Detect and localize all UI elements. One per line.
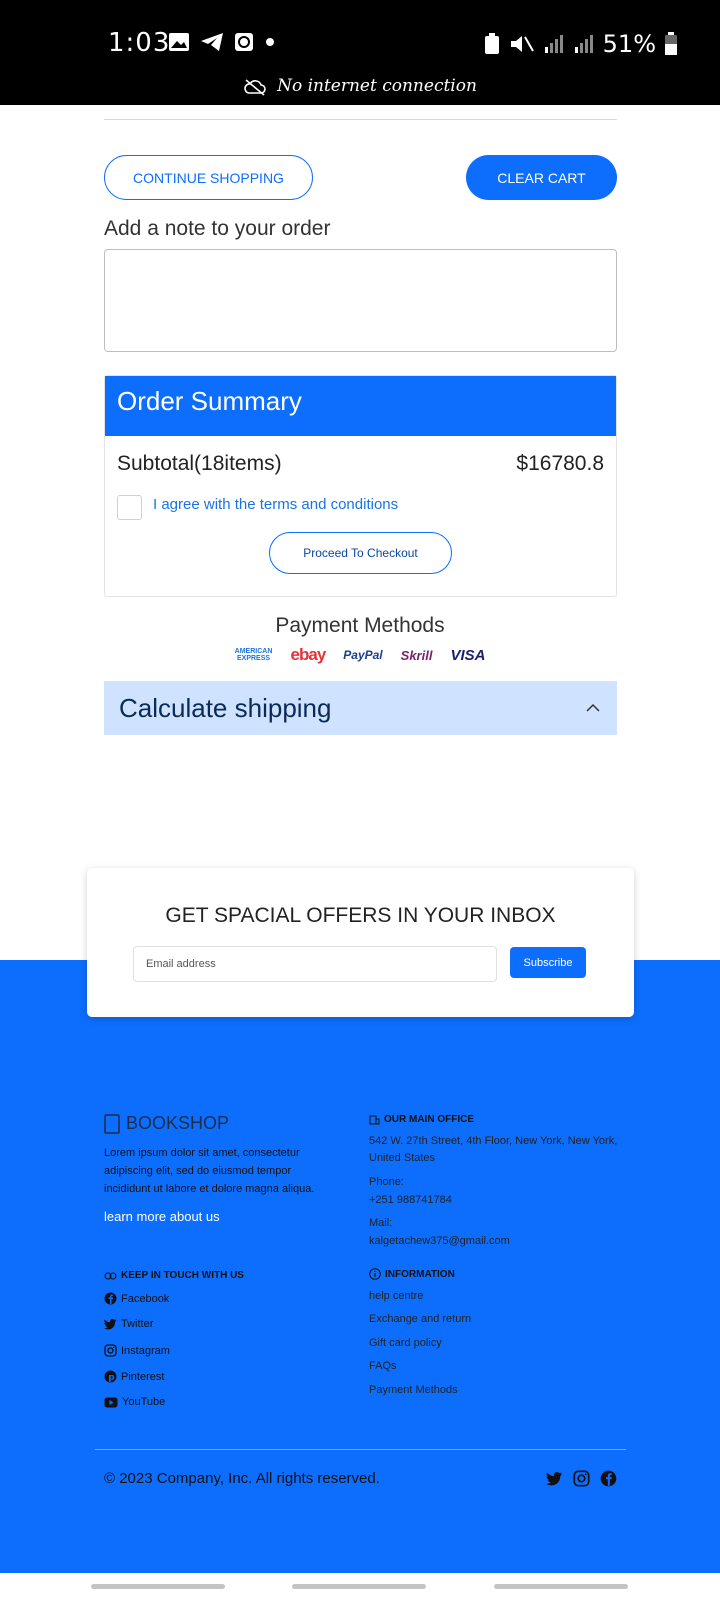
paypal-logo: PayPal (343, 648, 383, 662)
calculate-shipping-accordion[interactable]: Calculate shipping (104, 681, 617, 735)
mail-value[interactable]: kalgetachew375@gmail.com (369, 1233, 510, 1250)
system-navigation-bar (0, 1573, 720, 1600)
newsletter-card: GET SPACIAL OFFERS IN YOUR INBOX Email a… (87, 868, 634, 1017)
facebook-link[interactable]: Facebook (104, 1292, 169, 1305)
network-message: No internet connection (277, 76, 477, 96)
nav-back-button[interactable] (494, 1584, 628, 1589)
mute-icon (510, 36, 534, 52)
link-icon (104, 1272, 117, 1279)
info-icon (369, 1268, 381, 1280)
order-note-textarea[interactable] (104, 249, 617, 352)
terms-label[interactable]: I agree with the terms and conditions (153, 496, 398, 513)
notification-icons (168, 32, 276, 52)
keep-in-touch-heading: KEEP IN TOUCH WITH US (104, 1270, 244, 1281)
instagram-link[interactable]: Instagram (104, 1344, 170, 1357)
pinterest-link[interactable]: p Pinterest (104, 1370, 164, 1383)
facebook-icon (104, 1292, 117, 1305)
office-address: 542 W. 27th Street, 4th Floor, New York,… (369, 1135, 618, 1164)
nav-recents-button[interactable] (91, 1584, 225, 1589)
calculate-shipping-label: Calculate shipping (119, 692, 332, 723)
network-banner: No internet connection (0, 76, 720, 96)
twitter-label: Twitter (121, 1318, 154, 1330)
battery-percent: 51% (602, 30, 656, 58)
twitter-icon[interactable] (546, 1471, 563, 1486)
footer-divider (95, 1449, 626, 1450)
newsletter-title: GET SPACIAL OFFERS IN YOUR INBOX (165, 904, 556, 927)
visa-logo: VISA (450, 646, 486, 664)
building-icon (369, 1115, 380, 1125)
facebook-label: Facebook (121, 1292, 170, 1305)
exchange-return-link[interactable]: Exchange and return (369, 1311, 471, 1328)
footer-social-icons (546, 1470, 617, 1487)
pinterest-icon: p (104, 1370, 117, 1383)
mail-label: Mail: (369, 1217, 393, 1229)
nav-home-button[interactable] (292, 1584, 426, 1589)
terms-checkbox[interactable] (117, 495, 142, 520)
amex-logo: AMERICAN EXPRESS (235, 648, 273, 662)
payment-methods-link[interactable]: Payment Methods (369, 1382, 458, 1399)
keep-in-touch-label: KEEP IN TOUCH WITH US (121, 1270, 244, 1281)
youtube-label: YouTube (122, 1396, 166, 1408)
instagram-label: Instagram (121, 1344, 170, 1357)
twitter-link[interactable]: Twitter (104, 1318, 153, 1330)
brand-name: BOOKSHOP (126, 1113, 230, 1133)
gallery-icon (169, 33, 189, 51)
battery-icon (665, 32, 677, 55)
continue-shopping-button[interactable]: CONTINUE SHOPPING (104, 155, 313, 200)
subtotal-value: $16780.8 (516, 452, 604, 475)
facebook-icon[interactable] (600, 1470, 617, 1487)
ebay-logo: ebay (290, 645, 327, 665)
footer-about-text: Lorem ipsum dolor sit amet, consectetur … (104, 1147, 315, 1195)
instagram-icon (104, 1344, 117, 1357)
office-heading-label: OUR MAIN OFFICE (384, 1114, 474, 1125)
youtube-link[interactable]: YouTube (104, 1396, 165, 1408)
system-icons: 51% (483, 30, 678, 58)
phone-label: Phone: (369, 1176, 404, 1188)
email-input[interactable]: Email address (133, 946, 497, 982)
subtotal-label: Subtotal(18items) (117, 452, 282, 475)
pinterest-label: Pinterest (121, 1370, 165, 1383)
twitter-icon (104, 1318, 117, 1329)
telegram-icon (201, 33, 223, 51)
gift-card-link[interactable]: Gift card policy (369, 1335, 442, 1352)
payment-methods-title: Payment Methods (275, 614, 445, 637)
amex-logo-text: AMERICAN EXPRESS (234, 648, 273, 662)
subscribe-button[interactable]: Subscribe (510, 947, 586, 978)
youtube-icon (104, 1397, 118, 1407)
faqs-link[interactable]: FAQs (369, 1358, 397, 1375)
information-heading-label: INFORMATION (385, 1268, 455, 1280)
proceed-to-checkout-button[interactable]: Proceed To Checkout (269, 532, 452, 574)
phone-value[interactable]: +251 988741784 (369, 1192, 452, 1209)
help-centre-link[interactable]: help centre (369, 1288, 423, 1305)
skrill-logo: Skrill (400, 647, 433, 663)
copyright: © 2023 Company, Inc. All rights reserved… (104, 1470, 380, 1487)
instagram-icon[interactable] (573, 1470, 590, 1487)
ebay-logo-text: ebay (290, 645, 327, 664)
signal-icon-2 (574, 35, 593, 53)
svg-text:p: p (108, 1373, 115, 1383)
office-heading: OUR MAIN OFFICE (369, 1114, 474, 1125)
battery-saver-icon (484, 33, 499, 54)
status-time: 1:03 (108, 28, 171, 58)
app-notification-icon (235, 33, 253, 51)
order-summary-title: Order Summary (105, 376, 616, 436)
footer-brand[interactable]: BOOKSHOP (104, 1113, 229, 1134)
signal-icon-1 (544, 35, 563, 53)
divider (104, 119, 617, 120)
order-note-label: Add a note to your order (104, 217, 331, 240)
cloud-off-icon (244, 78, 266, 96)
information-heading: INFORMATION (369, 1268, 455, 1280)
payment-logos: AMERICAN EXPRESS ebay PayPal Skrill VISA (0, 645, 720, 665)
learn-more-link[interactable]: learn more about us (104, 1209, 220, 1224)
order-summary-card: Order Summary Subtotal(18items) $16780.8… (104, 375, 617, 597)
book-icon (104, 1113, 120, 1134)
dot-icon (266, 38, 274, 46)
status-bar: 1:03 51% No internet connection (0, 0, 720, 105)
chevron-up-icon[interactable] (585, 703, 601, 713)
clear-cart-button[interactable]: CLEAR CART (466, 155, 617, 200)
